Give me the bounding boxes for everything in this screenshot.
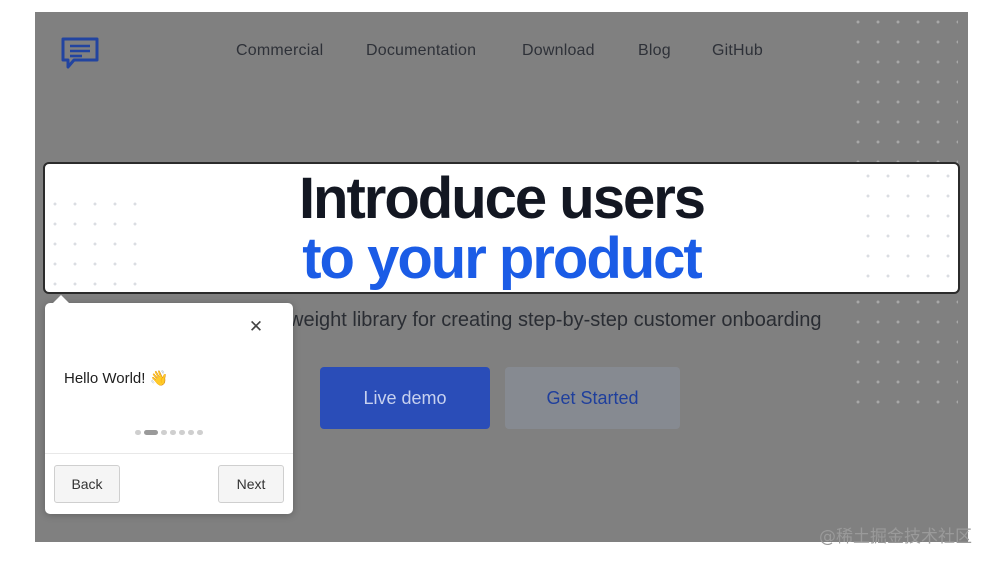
highlighted-hero: Introduce users to your product (43, 162, 960, 294)
progress-dot-active (144, 430, 158, 435)
step-progress (45, 430, 293, 435)
chat-bubble-icon[interactable] (60, 36, 100, 70)
popover-divider (45, 453, 293, 454)
nav-link-download[interactable]: Download (522, 42, 595, 60)
hero-title-line2: to your product (302, 226, 703, 291)
popover-message: Hello World! 👋 (64, 369, 168, 387)
progress-dot (197, 430, 203, 435)
close-icon[interactable]: ✕ (247, 317, 265, 337)
popover-arrow (53, 295, 69, 303)
nav-link-commercial[interactable]: Commercial (236, 42, 323, 60)
nav-link-github[interactable]: GitHub (712, 42, 763, 60)
tour-popover: ✕ Hello World! 👋 Back Next (45, 295, 293, 514)
progress-dot (179, 430, 185, 435)
watermark: @稀土掘金技术社区 (819, 527, 972, 547)
live-demo-button[interactable]: Live demo (320, 367, 490, 429)
progress-dot (135, 430, 141, 435)
waving-hand-icon: 👋 (149, 370, 169, 387)
hero-title-line1: Introduce users (298, 166, 706, 231)
nav-link-blog[interactable]: Blog (638, 42, 671, 60)
next-button[interactable]: Next (218, 465, 284, 503)
hero-subtitle: weight library for creating step-by-step… (289, 309, 822, 331)
progress-dot (170, 430, 176, 435)
nav-link-documentation[interactable]: Documentation (366, 42, 476, 60)
progress-dot (188, 430, 194, 435)
progress-dot (161, 430, 167, 435)
get-started-button[interactable]: Get Started (505, 367, 680, 429)
back-button[interactable]: Back (54, 465, 120, 503)
popover-message-text: Hello World! (64, 370, 146, 387)
